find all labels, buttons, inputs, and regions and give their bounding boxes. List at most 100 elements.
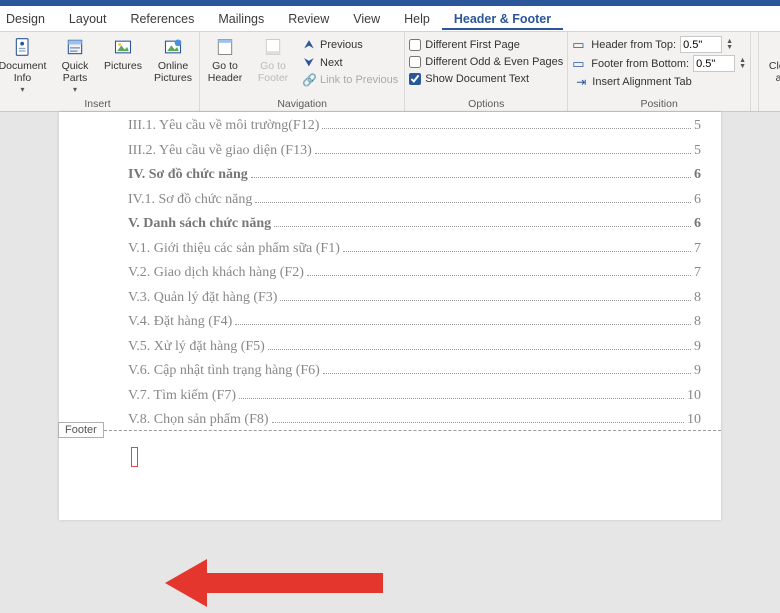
toc-leader xyxy=(235,324,691,325)
toc-row: V.1. Giới thiệu các sản phẩm sữa (F1) 7 xyxy=(128,237,701,262)
tab-references[interactable]: References xyxy=(118,8,206,30)
toc-row: V.7. Tìm kiếm (F7) 10 xyxy=(128,384,701,409)
toc-row: V.5. Xử lý đặt hàng (F5) 9 xyxy=(128,335,701,360)
toc-leader xyxy=(343,251,691,252)
toc-leader xyxy=(323,373,691,374)
document-info-icon xyxy=(12,36,34,58)
previous-button[interactable]: ⮝ Previous xyxy=(300,36,400,53)
toc-leader xyxy=(255,202,691,203)
toc-row: V.6. Cập nhật tình trạng hàng (F6)9 xyxy=(128,359,701,384)
document-info-button[interactable]: DocumentInfo ▾ xyxy=(0,34,49,94)
different-odd-even-checkbox[interactable]: Different Odd & Even Pages xyxy=(409,55,563,69)
toc-row: IV.1. Sơ đồ chức năng6 xyxy=(128,188,701,213)
document-area: III.1. Yêu cầu về môi trường(F12) 5III.2.… xyxy=(0,112,780,520)
toc-row: V.4. Đặt hàng (F4) 8 xyxy=(128,310,701,335)
previous-label: Previous xyxy=(320,39,363,51)
close-header-footer-label: Close Headerand Footer xyxy=(769,61,780,84)
toc-page: 6 xyxy=(694,163,701,188)
pictures-label: Pictures xyxy=(104,61,142,73)
previous-icon: ⮝ xyxy=(302,37,316,52)
toc-text: IV.1. Sơ đồ chức năng xyxy=(128,188,252,213)
tab-design[interactable]: Design xyxy=(4,8,57,30)
online-pictures-button[interactable]: OnlinePictures xyxy=(151,34,195,84)
page[interactable]: III.1. Yêu cầu về môi trường(F12) 5III.2.… xyxy=(59,112,721,520)
footer-tag: Footer xyxy=(58,422,104,438)
toc-page: 6 xyxy=(694,212,701,237)
group-close: Close Headerand Footer Close xyxy=(759,32,780,111)
group-navigation: Go toHeader Go toFooter ⮝Previous ⮟Next … xyxy=(200,32,405,111)
tab-help[interactable]: Help xyxy=(392,8,442,30)
footer-spinner[interactable]: ▲▼ xyxy=(739,58,746,70)
goto-header-button[interactable]: Go toHeader xyxy=(204,34,246,84)
toc-leader xyxy=(274,226,691,227)
pictures-button[interactable]: Pictures xyxy=(101,34,145,73)
next-button[interactable]: ⮟Next xyxy=(300,54,400,71)
group-insert: ▾ DocumentInfo ▾ QuickParts ▾ P xyxy=(0,32,200,111)
toc-page: 8 xyxy=(694,310,701,335)
chevron-down-icon: ▾ xyxy=(73,85,77,94)
link-icon: 🔗 xyxy=(302,73,316,87)
tab-layout[interactable]: Layout xyxy=(57,8,119,30)
toc-page: 10 xyxy=(687,384,701,409)
goto-footer-button: Go toFooter xyxy=(252,34,294,84)
toc-text: V.8. Chọn sản phẩm (F8) xyxy=(128,408,269,433)
header-from-top-label: Header from Top: xyxy=(591,39,676,51)
group-navigation-label: Navigation xyxy=(204,97,400,110)
tab-header-footer[interactable]: Header & Footer xyxy=(442,8,563,30)
group-options-label: Options xyxy=(409,97,563,110)
insert-alignment-tab-button[interactable]: ⇥Insert Alignment Tab xyxy=(572,74,746,90)
toc-page: 9 xyxy=(694,335,701,360)
toc-leader xyxy=(251,177,691,178)
text-cursor xyxy=(131,447,138,467)
tab-view[interactable]: View xyxy=(341,8,392,30)
close-header-footer-button[interactable]: Close Headerand Footer xyxy=(763,34,780,84)
toc-leader xyxy=(268,349,691,350)
toc-text: V.7. Tìm kiếm (F7) xyxy=(128,384,236,409)
different-odd-even-label: Different Odd & Even Pages xyxy=(425,56,563,68)
online-pictures-icon xyxy=(162,36,184,58)
toc-text: IV. Sơ đồ chức năng xyxy=(128,163,248,188)
quick-parts-label: QuickParts xyxy=(62,61,89,84)
goto-footer-label: Go toFooter xyxy=(258,61,288,84)
toc-leader xyxy=(322,128,691,129)
document-info-label: DocumentInfo xyxy=(0,61,46,84)
ribbon-tabs: Design Layout References Mailings Review… xyxy=(0,6,780,32)
toc-row: III.2. Yêu cầu về giao diện (F13)5 xyxy=(128,139,701,164)
toc-page: 5 xyxy=(694,139,701,164)
show-document-text-label: Show Document Text xyxy=(425,73,529,85)
toc-text: V.1. Giới thiệu các sản phẩm sữa (F1) xyxy=(128,237,340,262)
toc-page: 10 xyxy=(687,408,701,433)
toc-leader xyxy=(307,275,691,276)
chevron-down-icon: ▾ xyxy=(20,85,24,94)
toc-text: III.1. Yêu cầu về môi trường(F12) xyxy=(128,114,319,139)
header-from-top-row: ▭ Header from Top: ▲▼ xyxy=(572,36,746,53)
tab-mailings[interactable]: Mailings xyxy=(206,8,276,30)
tab-review[interactable]: Review xyxy=(276,8,341,30)
header-top-icon: ▭ xyxy=(572,37,587,53)
toc-text: V.4. Đặt hàng (F4) xyxy=(128,310,232,335)
header-spinner[interactable]: ▲▼ xyxy=(726,39,733,51)
goto-header-label: Go toHeader xyxy=(208,61,242,84)
next-icon: ⮟ xyxy=(302,55,316,70)
goto-footer-icon xyxy=(262,36,284,58)
toc-row: V.8. Chọn sản phẩm (F8) 10 xyxy=(128,408,701,433)
footer-from-bottom-input[interactable] xyxy=(693,55,735,72)
toc-leader xyxy=(280,300,691,301)
different-first-page-checkbox[interactable]: Different First Page xyxy=(409,38,563,52)
toc-leader xyxy=(315,153,691,154)
toc-text: V. Danh sách chức năng xyxy=(128,212,271,237)
toc-text: V.5. Xử lý đặt hàng (F5) xyxy=(128,335,265,360)
show-document-text-checkbox[interactable]: Show Document Text xyxy=(409,72,563,86)
footer-bottom-icon: ▭ xyxy=(572,56,587,72)
quick-parts-button[interactable]: QuickParts ▾ xyxy=(55,34,95,94)
toc-leader xyxy=(272,422,684,423)
toc-text: V.3. Quản lý đặt hàng (F3) xyxy=(128,286,277,311)
toc-page: 7 xyxy=(694,237,701,262)
toc-leader xyxy=(239,398,684,399)
online-pictures-label: OnlinePictures xyxy=(154,61,192,84)
pictures-icon xyxy=(112,36,134,58)
different-first-page-label: Different First Page xyxy=(425,39,520,51)
toc-text: V.6. Cập nhật tình trạng hàng (F6) xyxy=(128,359,320,384)
group-insert-label: Insert xyxy=(0,97,195,110)
header-from-top-input[interactable] xyxy=(680,36,722,53)
